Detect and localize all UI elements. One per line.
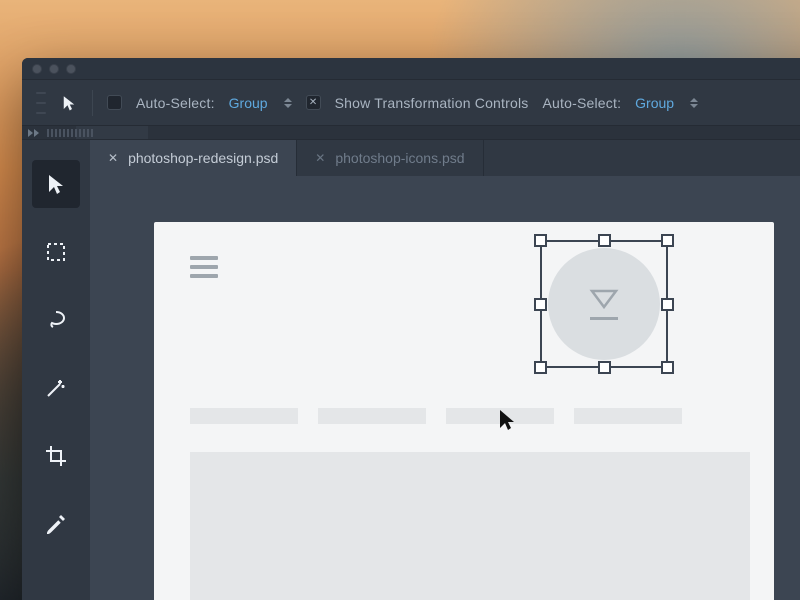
minimize-traffic-light[interactable] [49,64,59,74]
transform-bounding-box[interactable] [540,240,668,368]
transform-handle[interactable] [534,234,547,247]
menu-icon [190,256,218,278]
auto-select-label-2: Auto-Select: [543,95,622,111]
transform-handle[interactable] [598,361,611,374]
show-transform-checkbox[interactable] [306,95,321,110]
close-tab-icon[interactable]: ✕ [108,151,118,165]
titlebar[interactable] [22,58,800,80]
document-tab[interactable]: ✕ photoshop-redesign.psd [90,140,297,176]
transform-handle[interactable] [534,298,547,311]
auto-select-checkbox-1[interactable] [107,95,122,110]
expand-panels-icon[interactable] [28,129,39,137]
placeholder-block [190,452,750,600]
tool-magic-wand[interactable] [32,364,80,412]
cursor-icon [498,408,516,437]
document-tab-title: photoshop-redesign.psd [128,150,278,166]
document-tab[interactable]: ✕ photoshop-icons.psd [297,140,483,176]
auto-select-stepper-1[interactable] [284,98,292,108]
auto-select-label-1: Auto-Select: [136,95,215,111]
panel-toggle-strip[interactable] [22,126,800,140]
workspace: ✕ photoshop-redesign.psd ✕ photoshop-ico… [90,140,800,600]
app-window: Auto-Select: Group Show Transformation C… [22,58,800,600]
auto-select-stepper-2[interactable] [690,98,698,108]
selected-layer[interactable] [540,240,668,368]
divider [92,90,93,116]
move-tool-indicator-icon [60,94,78,112]
close-traffic-light[interactable] [32,64,42,74]
tool-lasso[interactable] [32,296,80,344]
document-tab-title: photoshop-icons.psd [335,150,464,166]
transform-handle[interactable] [534,361,547,374]
zoom-traffic-light[interactable] [66,64,76,74]
auto-select-value-1[interactable]: Group [229,95,268,111]
transform-handle[interactable] [661,361,674,374]
tools-panel [22,140,90,600]
tool-crop[interactable] [32,432,80,480]
transform-handle[interactable] [598,234,611,247]
close-tab-icon[interactable]: ✕ [315,151,325,165]
document-tabs: ✕ photoshop-redesign.psd ✕ photoshop-ico… [90,140,800,176]
placeholder-row [190,408,682,424]
show-transform-label: Show Transformation Controls [335,95,529,111]
tool-marquee[interactable] [32,228,80,276]
tool-move[interactable] [32,160,80,208]
tool-eyedropper[interactable] [32,500,80,548]
canvas-viewport[interactable] [90,176,800,600]
auto-select-value-2[interactable]: Group [635,95,674,111]
options-bar-grip[interactable] [36,92,46,114]
transform-handle[interactable] [661,298,674,311]
artboard[interactable] [154,222,774,600]
transform-handle[interactable] [661,234,674,247]
options-bar: Auto-Select: Group Show Transformation C… [22,80,800,126]
